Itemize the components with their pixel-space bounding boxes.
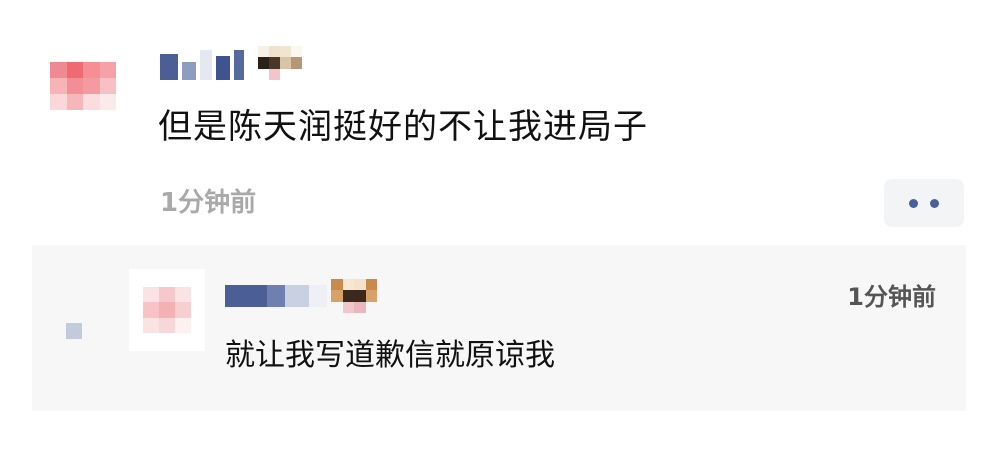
comment-text: 但是陈天润挺好的不让我进局子 bbox=[158, 107, 648, 147]
more-dots-icon bbox=[930, 198, 939, 208]
username-block bbox=[216, 56, 230, 80]
reply-timestamp: 1分钟前 bbox=[847, 283, 936, 311]
username-block bbox=[160, 54, 178, 80]
more-dots-icon bbox=[909, 198, 918, 208]
username-block bbox=[309, 285, 327, 307]
reply-container: 1分钟前 就让我写道歉信就原谅我 bbox=[32, 245, 966, 411]
username-block bbox=[200, 50, 212, 80]
username-emoji-icon bbox=[258, 46, 302, 80]
replier-avatar[interactable] bbox=[129, 269, 205, 351]
comment-timestamp: 1分钟前 bbox=[160, 188, 257, 218]
username-block bbox=[182, 62, 196, 80]
comment-thread: 但是陈天润挺好的不让我进局子 1分钟前 1分钟前 就让我写道歉信就原谅我 bbox=[0, 0, 1000, 450]
commenter-username-pixelated[interactable] bbox=[160, 46, 302, 80]
username-block bbox=[267, 285, 285, 307]
replier-username-pixelated[interactable] bbox=[225, 279, 377, 313]
reply-indicator bbox=[66, 323, 82, 339]
commenter-avatar[interactable] bbox=[50, 62, 116, 110]
username-block bbox=[285, 285, 309, 307]
username-block bbox=[225, 285, 267, 307]
reply-text: 就让我写道歉信就原谅我 bbox=[225, 338, 555, 373]
dog-emoji-icon bbox=[331, 279, 377, 313]
more-options-button[interactable] bbox=[884, 179, 964, 227]
username-block bbox=[234, 50, 244, 80]
